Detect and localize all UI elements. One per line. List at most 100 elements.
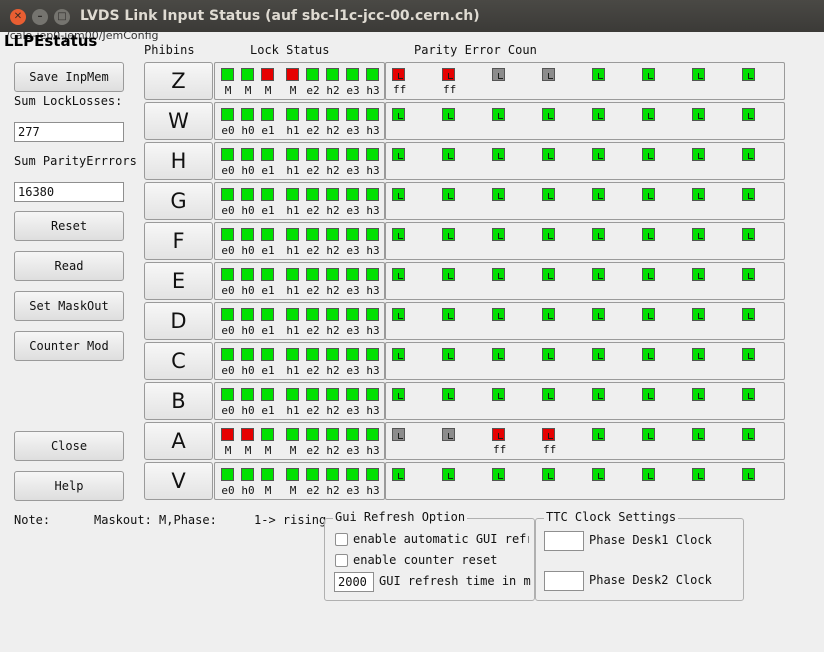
window-maximize-icon[interactable]: □ — [54, 9, 70, 25]
lock-led — [366, 108, 379, 121]
parity-led — [392, 228, 405, 241]
parity-led — [542, 108, 555, 121]
lock-led — [221, 108, 234, 121]
parity-led — [642, 228, 655, 241]
lock-led — [346, 348, 359, 361]
sum-parity-errors-field[interactable]: 16380 — [14, 182, 124, 202]
parity-led — [492, 228, 505, 241]
phibin-v-button[interactable]: V — [144, 462, 213, 500]
lock-status-header: Lock Status — [250, 43, 330, 57]
lock-led — [261, 268, 274, 281]
phase-desk1-field[interactable] — [544, 531, 584, 551]
parity-led — [492, 188, 505, 201]
parity-led — [642, 468, 655, 481]
parity-led — [542, 68, 555, 81]
lock-led-label: h2 — [326, 204, 340, 217]
lock-led-label: h3 — [366, 484, 380, 497]
sum-lock-losses-field[interactable]: 277 — [14, 122, 124, 142]
lock-led-label: h1 — [286, 364, 300, 377]
lock-led-label: e3 — [346, 324, 360, 337]
lock-status-panel: e0 h0 e1 h1 e2 h2 e3 h3 — [214, 142, 385, 180]
save-inpmem-button[interactable]: Save InpMem — [14, 62, 124, 92]
phibin-z-button[interactable]: Z — [144, 62, 213, 100]
lock-led-label: e0 — [221, 124, 235, 137]
lock-led-label: h1 — [286, 324, 300, 337]
lock-led-label: M — [289, 444, 297, 457]
phibin-b-button[interactable]: B — [144, 382, 213, 420]
parity-led — [592, 228, 605, 241]
parity-error-panel — [385, 462, 785, 500]
lock-led — [261, 108, 274, 121]
lock-led-label: h0 — [241, 164, 255, 177]
parity-led — [642, 148, 655, 161]
lock-led-label: h1 — [286, 244, 300, 257]
lock-led — [326, 188, 339, 201]
parity-led — [492, 348, 505, 361]
parity-led — [392, 268, 405, 281]
lock-led-label: h3 — [366, 284, 380, 297]
lock-led-label: h3 — [366, 164, 380, 177]
lock-led — [306, 228, 319, 241]
lock-led-label: h2 — [326, 324, 340, 337]
parity-led — [442, 348, 455, 361]
parity-led — [642, 188, 655, 201]
lock-led — [261, 388, 274, 401]
help-button[interactable]: Help — [14, 471, 124, 501]
phibin-g-button[interactable]: G — [144, 182, 213, 220]
lock-led-label: e2 — [306, 84, 320, 97]
phibin-d-button[interactable]: D — [144, 302, 213, 340]
parity-led — [592, 188, 605, 201]
parity-led — [742, 68, 755, 81]
phibin-e-button[interactable]: E — [144, 262, 213, 300]
parity-error-panel — [385, 182, 785, 220]
lock-led — [221, 268, 234, 281]
refresh-time-field[interactable]: 2000 — [334, 572, 374, 592]
window-minimize-icon[interactable]: – — [32, 9, 48, 25]
set-maskout-button[interactable]: Set MaskOut — [14, 291, 124, 321]
parity-led — [742, 228, 755, 241]
lock-led-label: h0 — [241, 124, 255, 137]
parity-led — [642, 308, 655, 321]
parity-led — [592, 348, 605, 361]
lock-led — [366, 188, 379, 201]
parity-led — [692, 428, 705, 441]
auto-refresh-checkbox[interactable] — [335, 533, 348, 546]
counter-mod-button[interactable]: Counter Mod — [14, 331, 124, 361]
phibin-a-button[interactable]: A — [144, 422, 213, 460]
phibin-w-button[interactable]: W — [144, 102, 213, 140]
phibin-c-button[interactable]: C — [144, 342, 213, 380]
lock-led-label: e1 — [261, 204, 275, 217]
parity-led — [442, 468, 455, 481]
phase-desk2-field[interactable] — [544, 571, 584, 591]
parity-led — [392, 468, 405, 481]
lock-led-label: e3 — [346, 84, 360, 97]
lock-led — [346, 228, 359, 241]
parity-led — [542, 468, 555, 481]
parity-count-label: ff — [393, 83, 407, 96]
lock-led-label: e1 — [261, 284, 275, 297]
lock-led-label: M — [224, 84, 232, 97]
parity-led — [492, 388, 505, 401]
parity-led — [592, 428, 605, 441]
reset-button[interactable]: Reset — [14, 211, 124, 241]
lock-led — [346, 428, 359, 441]
close-button[interactable]: Close — [14, 431, 124, 461]
parity-led — [642, 68, 655, 81]
phibin-h-button[interactable]: H — [144, 142, 213, 180]
lock-led — [261, 228, 274, 241]
parity-led — [642, 348, 655, 361]
parity-led — [392, 108, 405, 121]
phibin-f-button[interactable]: F — [144, 222, 213, 260]
lock-led-label: h0 — [241, 484, 255, 497]
parity-led — [742, 348, 755, 361]
lock-led-label: h3 — [366, 364, 380, 377]
lock-led-label: e3 — [346, 164, 360, 177]
parity-led — [492, 468, 505, 481]
lock-led-label: e0 — [221, 324, 235, 337]
parity-led — [442, 388, 455, 401]
read-button[interactable]: Read — [14, 251, 124, 281]
lock-led — [326, 428, 339, 441]
counter-reset-checkbox[interactable] — [335, 554, 348, 567]
window-close-icon[interactable]: ✕ — [10, 9, 26, 25]
parity-led — [742, 468, 755, 481]
